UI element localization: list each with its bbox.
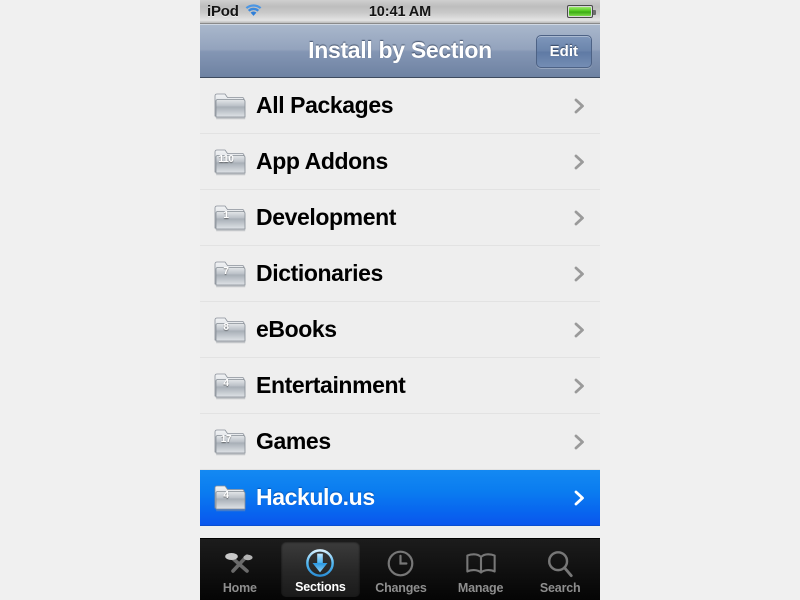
folder-icon: 8 [210,312,250,348]
tab-label: Search [539,580,581,595]
folder-icon: 1 [210,200,250,236]
tab-bar[interactable]: Home Sections Changes Manage Search [200,538,600,600]
device-viewport: iPod 10:41 AM Install by Section Edit Al… [200,0,600,600]
table-row[interactable]: 1 Development [200,190,600,246]
folder-icon: 4 [210,368,250,404]
tab-manage[interactable]: Manage [441,539,521,600]
row-label: eBooks [256,316,337,342]
status-bar-right [567,5,600,18]
sections-list[interactable]: All Packages 110 App Addons 1 Development 7 Di… [200,78,600,538]
chevron-right-icon [573,488,586,508]
row-label: Development [256,204,397,230]
book-icon [464,548,498,580]
clock-icon [384,548,418,580]
tab-label: Sections [295,580,346,594]
chevron-right-icon [573,152,586,172]
edit-button-label: Edit [549,43,578,60]
chevron-right-icon [573,432,586,452]
row-label: Entertainment [256,372,406,398]
tab-changes[interactable]: Changes [361,539,441,600]
chevron-right-icon [573,96,586,116]
table-row[interactable]: All Packages [200,78,600,134]
screen-canvas: iPod 10:41 AM Install by Section Edit Al… [0,0,800,600]
tab-label: Manage [457,580,504,595]
row-label: All Packages [256,92,394,118]
chevron-right-icon [573,208,586,228]
magnifier-icon [543,548,577,580]
chevron-right-icon [573,376,586,396]
battery-icon [567,5,596,18]
folder-icon [210,88,250,124]
wifi-icon [245,3,262,20]
table-row[interactable]: 7 Dictionaries [200,246,600,302]
table-row[interactable]: 8 eBooks [200,302,600,358]
carrier-label: iPod [207,3,239,20]
tab-home[interactable]: Home [200,539,280,600]
table-row[interactable]: 4 Hackulo.us [200,470,600,526]
row-label: Games [256,428,331,454]
folder-icon: 110 [210,144,250,180]
row-label: Hackulo.us [256,484,375,510]
status-bar: iPod 10:41 AM [200,0,600,24]
chevron-right-icon [573,264,586,284]
chevron-right-icon [573,320,586,340]
navigation-bar: Install by Section Edit [200,24,600,78]
edit-button[interactable]: Edit [535,35,592,68]
tab-label: Changes [375,580,427,595]
battery-fill [569,7,591,16]
folder-icon: 4 [210,480,250,516]
cydia-logo-icon [223,548,257,580]
tab-label: Home [222,580,257,595]
download-arrow-icon [303,547,337,579]
table-row[interactable]: 17 Games [200,414,600,470]
page-title: Install by Section [308,37,492,63]
row-label: Dictionaries [256,260,383,286]
table-row[interactable]: 110 App Addons [200,134,600,190]
folder-icon: 17 [210,424,250,460]
folder-icon: 7 [210,256,250,292]
tab-search[interactable]: Search [520,539,600,600]
table-row[interactable]: 4 Entertainment [200,358,600,414]
row-label: App Addons [256,148,388,174]
status-bar-left: iPod [200,3,262,20]
tab-sections[interactable]: Sections [280,541,361,597]
